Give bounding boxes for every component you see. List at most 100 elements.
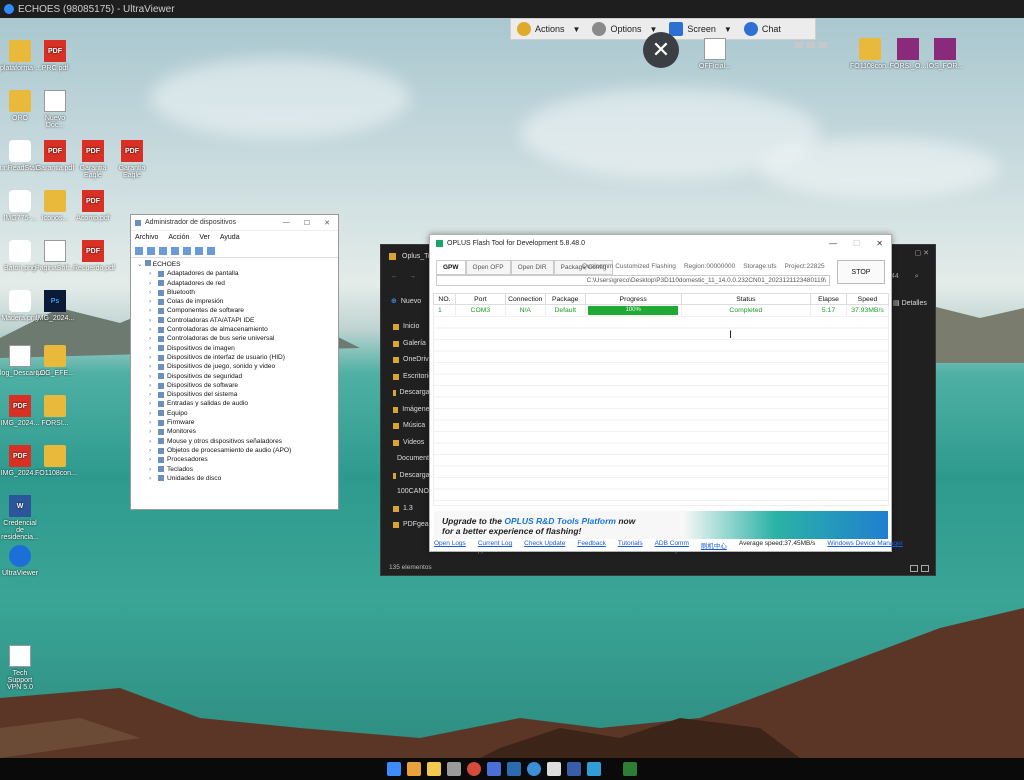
- desktop-icon[interactable]: PDF Recuerdo.pdf: [73, 240, 115, 272]
- tree-item[interactable]: › Controladoras ATA/ATAPI IDE: [135, 316, 334, 325]
- start-icon[interactable]: [387, 762, 401, 776]
- tree-item[interactable]: › Colas de impresión: [135, 297, 334, 306]
- tree-item[interactable]: › Firmware: [135, 418, 334, 427]
- tree-item[interactable]: › Equipo: [135, 409, 334, 418]
- tree-item[interactable]: › Dispositivos de software: [135, 381, 334, 390]
- back-arrow-icon[interactable]: ←: [391, 273, 398, 280]
- desktop-icon[interactable]: PDF Garantia Eagle: [73, 140, 113, 179]
- current-log-link[interactable]: Current Log: [478, 540, 512, 550]
- tree-item[interactable]: › Procesadores: [135, 455, 334, 464]
- windows-device-manager-link[interactable]: Windows Device Manager: [827, 540, 903, 550]
- desktop-icon[interactable]: PDF Garantia.pdf: [35, 140, 75, 172]
- minimize-button[interactable]: —: [283, 219, 290, 227]
- upgrade-banner[interactable]: Upgrade to the OPLUS R&D Tools Platform …: [434, 511, 888, 539]
- desktop-icon[interactable]: IMG775-...: [0, 190, 40, 222]
- desktop-icon[interactable]: Nuevo Doc...: [35, 90, 75, 129]
- desktop-icon[interactable]: W Credencial de residencia...: [0, 495, 40, 541]
- close-button[interactable]: ✕: [876, 239, 883, 248]
- sidebar-item[interactable]: 100CANON: [393, 484, 434, 501]
- scan-hardware-icon[interactable]: [195, 246, 203, 255]
- sidebar-item[interactable]: 1.3: [393, 501, 433, 518]
- actions-menu[interactable]: Actions ▼: [511, 19, 586, 39]
- tree-item[interactable]: › Bluetooth: [135, 288, 334, 297]
- tree-item[interactable]: › Objetos de procesamiento de audio (APO): [135, 446, 334, 455]
- sidebar-item[interactable]: Documentos: [393, 451, 436, 468]
- stop-button[interactable]: STOP: [837, 260, 885, 284]
- view-toggle[interactable]: [910, 565, 929, 572]
- app-icon[interactable]: [547, 762, 561, 776]
- tree-item[interactable]: › Mouse y otros dispositivos señaladores: [135, 437, 334, 446]
- feedback-link[interactable]: Feedback: [577, 540, 606, 550]
- tree-item[interactable]: › Dispositivos de seguridad: [135, 372, 334, 381]
- new-button[interactable]: ⊕ Nuevo: [391, 297, 421, 306]
- desktop-icon[interactable]: plataforma-...: [0, 40, 41, 72]
- desktop-icon[interactable]: Ps IMG_2024...: [35, 290, 75, 322]
- sidebar-item[interactable]: Descargas: [393, 468, 433, 485]
- tab-gpw[interactable]: GPW: [436, 260, 466, 275]
- table-row[interactable]: 1 COM3 N/A Default 100% Completed 5:17 3…: [433, 304, 890, 316]
- desktop-icon[interactable]: Madera.png: [0, 290, 40, 322]
- oplus-tool-icon[interactable]: [623, 762, 637, 776]
- firmware-path-field[interactable]: C:\Users\greco\Desktop\P3D110domestic_11…: [436, 275, 830, 286]
- desktop-icon[interactable]: PDF IMG_2024...: [0, 445, 40, 477]
- tree-item[interactable]: › Teclados: [135, 465, 334, 474]
- desktop-icon[interactable]: OFFicial...: [695, 38, 735, 70]
- maximize-button[interactable]: ☐: [304, 219, 310, 227]
- sidebar-item[interactable]: Descargas: [393, 385, 433, 402]
- forward-arrow-icon[interactable]: →: [409, 273, 416, 280]
- sidebar-item[interactable]: Imágenes: [393, 402, 433, 419]
- screen-menu[interactable]: Screen ▼: [663, 19, 737, 39]
- desktop-icon[interactable]: ORO: [0, 90, 40, 122]
- sidebar-item[interactable]: Escritorio: [393, 369, 433, 386]
- menu-ver[interactable]: Ver: [199, 234, 210, 241]
- minimize-button[interactable]: —: [829, 239, 837, 248]
- desktop-icon[interactable]: FO1108con...: [850, 38, 892, 70]
- tab-open-dir[interactable]: Open DIR: [510, 260, 554, 275]
- monitor-icon[interactable]: [207, 246, 215, 255]
- tree-item[interactable]: › Unidades de disco: [135, 474, 334, 483]
- tree-root[interactable]: ⌄ ECHOES: [135, 260, 334, 269]
- app-icon[interactable]: [567, 762, 581, 776]
- window-controls[interactable]: ▢ ✕: [915, 249, 929, 257]
- open-logs-link[interactable]: Open Logs: [434, 540, 466, 550]
- tree-item[interactable]: › Adaptadores de pantalla: [135, 269, 334, 278]
- details-button[interactable]: ▤ Detalles: [893, 299, 927, 307]
- desktop-icon[interactable]: unReadStat...: [0, 140, 43, 172]
- close-button[interactable]: ✕: [324, 219, 330, 227]
- desktop-icon[interactable]: log_Descarga...: [0, 345, 49, 377]
- tree-item[interactable]: › Componentes de software: [135, 306, 334, 315]
- menu-accion[interactable]: Acción: [168, 234, 189, 241]
- desktop-icon[interactable]: Tech Support VPN 5.0: [0, 645, 40, 691]
- search-box[interactable]: 44 ⌕: [891, 273, 919, 281]
- chat-button[interactable]: Chat: [738, 19, 787, 39]
- app-icon[interactable]: [587, 762, 601, 776]
- update-driver-icon[interactable]: [183, 246, 191, 255]
- app-icon[interactable]: [487, 762, 501, 776]
- desktop-icon[interactable]: Iconos...: [35, 190, 75, 222]
- tree-item[interactable]: › Adaptadores de red: [135, 279, 334, 288]
- adb-comm-link[interactable]: ADB Comm: [655, 540, 689, 550]
- sidebar-item[interactable]: Inicio: [393, 319, 433, 336]
- flash-center-link[interactable]: 刷机中心: [701, 540, 727, 550]
- desktop-icon[interactable]: Baton.png: [0, 240, 40, 272]
- copilot-icon[interactable]: [407, 762, 421, 776]
- app-icon[interactable]: [447, 762, 461, 776]
- desktop-icon[interactable]: PDF IMG_2024...: [0, 395, 40, 427]
- desktop-icon[interactable]: FORSI...: [35, 395, 75, 427]
- desktop-icon[interactable]: PaginaSoft...: [35, 240, 75, 272]
- tutorials-link[interactable]: Tutorials: [618, 540, 643, 550]
- sidebar-item[interactable]: Música: [393, 418, 433, 435]
- app-icon[interactable]: [507, 762, 521, 776]
- back-icon[interactable]: [135, 246, 143, 255]
- tree-item[interactable]: › Dispositivos del sistema: [135, 390, 334, 399]
- desktop-icon[interactable]: LOG_EFE...: [35, 345, 75, 377]
- menu-ayuda[interactable]: Ayuda: [220, 234, 240, 241]
- sidebar-item[interactable]: OneDrive: [393, 352, 433, 369]
- forward-icon[interactable]: [147, 246, 155, 255]
- sidebar-item[interactable]: PDFgear: [393, 517, 433, 534]
- desktop-icon[interactable]: IOS_FOR...: [925, 38, 965, 70]
- tree-item[interactable]: › Monitores: [135, 427, 334, 436]
- menu-archivo[interactable]: Archivo: [135, 234, 158, 241]
- tab-open-ofp[interactable]: Open OFP: [465, 260, 511, 275]
- sidebar-item[interactable]: Galería: [393, 336, 433, 353]
